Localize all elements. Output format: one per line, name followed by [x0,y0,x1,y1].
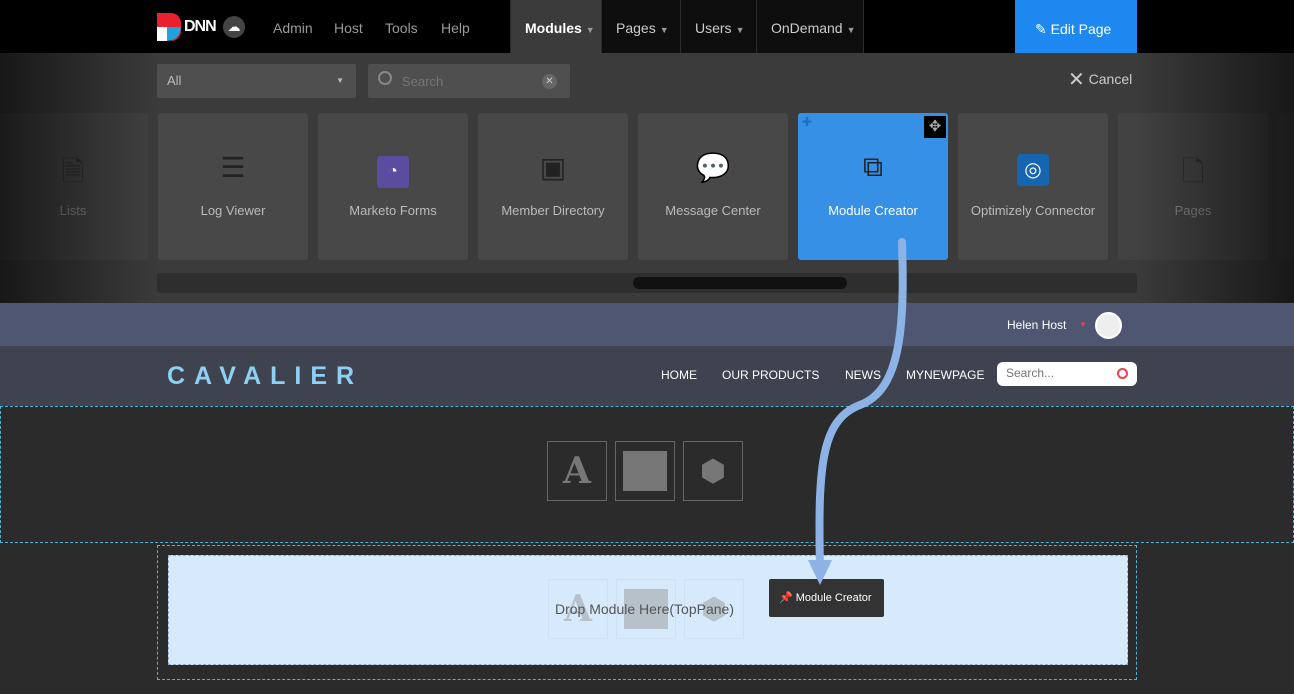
tab-modules[interactable]: Modules ▼ [510,0,601,53]
pin-icon: 📌 [779,592,793,604]
module-card-pages[interactable]: 🗋 Pages [1118,113,1268,260]
chat-icon: 💬 [695,152,731,183]
user-bar: Helen Host ▼ [0,303,1294,346]
tab-pages[interactable]: Pages ▼ [601,0,680,53]
page-icon: 🗋 [1181,156,1205,187]
top-bar: DNN ☁ Admin Host Tools Help Modules ▼ Pag… [0,0,1294,53]
site-logo[interactable]: CAVALIER [167,362,363,391]
module-card-log-viewer[interactable]: ☰ Log Viewer [158,113,308,260]
module-card-lists[interactable]: 🗎 Lists [0,113,148,260]
module-card-module-creator[interactable]: ✚ ✥ ⧉ Module Creator [798,113,948,260]
drag-move-icon[interactable]: ✥ [924,116,946,138]
add-image-icon[interactable] [615,441,675,501]
drag-ghost: 📌 Module Creator [769,579,884,617]
drop-hint: Drop Module Here(TopPane) [555,601,734,617]
menu-help[interactable]: Help [441,0,470,53]
list-icon: ☰ [220,152,246,183]
edit-page-button[interactable]: ✎ Edit Page [1015,0,1137,53]
menu-tools[interactable]: Tools [385,0,418,53]
cancel-button[interactable]: ✕ Cancel [1068,67,1132,92]
caret-down-icon: ▼ [336,76,344,85]
nav-mynewpage[interactable]: MYNEWPAGE [906,368,984,382]
contact-book-icon: ▣ [539,152,567,183]
add-module-icon[interactable]: ⬢ [683,441,743,501]
close-icon: ✕ [1068,69,1085,91]
module-card-member-directory[interactable]: ▣ Member Directory [478,113,628,260]
module-card-partial[interactable] [1278,113,1294,260]
scrollbar-thumb[interactable] [633,277,847,289]
search-icon [378,71,392,85]
pencil-icon: ✎ [1035,21,1047,37]
caret-down-icon[interactable]: ▼ [1079,320,1087,329]
list-doc-icon: 🗎 [61,156,85,187]
menu-admin[interactable]: Admin [273,0,313,53]
tab-users[interactable]: Users ▼ [680,0,756,53]
nav-news[interactable]: NEWS [845,368,881,382]
category-select[interactable]: All ▼ [157,64,356,98]
search-icon[interactable] [1117,368,1128,379]
search-input[interactable] [402,70,532,92]
nav-home[interactable]: HOME [661,368,697,382]
favorite-add-icon: ✚ [802,115,813,129]
tab-ondemand[interactable]: OnDemand ▼ [756,0,864,53]
avatar[interactable] [1095,312,1122,339]
module-card-optimizely-connector[interactable]: ◎ Optimizely Connector [958,113,1108,260]
clear-icon[interactable]: ✕ [542,74,557,89]
module-card-message-center[interactable]: 💬 Message Center [638,113,788,260]
nav-our-products[interactable]: OUR PRODUCTS [722,368,819,382]
optimizely-icon: ◎ [958,151,1108,186]
dnn-logo[interactable]: DNN ☁ [157,13,245,41]
add-text-icon[interactable]: A [547,441,607,501]
scrollbar-track[interactable] [157,273,1137,293]
search-box[interactable]: ✕ [368,64,570,98]
menu-host[interactable]: Host [334,0,363,53]
user-name[interactable]: Helen Host [1007,318,1066,332]
site-search[interactable] [997,362,1137,386]
module-card-marketo-forms[interactable]: ◔ Marketo Forms [318,113,468,260]
site-search-input[interactable] [1006,366,1106,380]
window-edit-icon: ⧉ [863,151,883,182]
drop-zone[interactable]: A ⬢ Drop Module Here(TopPane) [168,555,1128,665]
marketo-icon: ◔ [318,151,468,188]
